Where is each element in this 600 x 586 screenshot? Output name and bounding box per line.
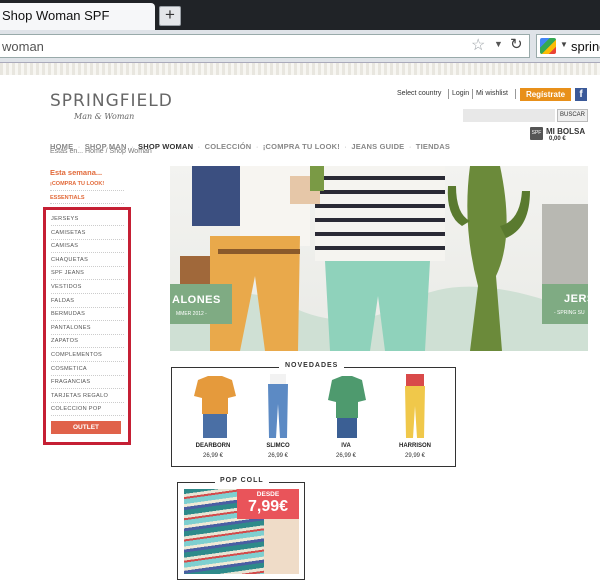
pop-coll-price: 7,99€	[247, 498, 289, 515]
pop-coll-title: POP COLL	[215, 477, 269, 484]
browser-search-box[interactable]: ▼ spring	[536, 34, 600, 58]
site-search-input[interactable]	[463, 109, 555, 122]
nav-coleccion[interactable]: COLECCIÓN	[205, 142, 252, 151]
address-bar[interactable]: woman	[0, 34, 530, 58]
novedades-title: NOVEDADES	[279, 362, 345, 369]
nav-separator: ·	[344, 142, 347, 151]
nav-compra-tu-look[interactable]: ¡COMPRA TU LOOK!	[263, 142, 340, 151]
tab-title: Shop Woman SPF	[2, 8, 110, 23]
woman-belt	[218, 249, 300, 254]
url-dropdown-icon[interactable]: ▼	[494, 39, 503, 49]
category-complementos[interactable]: COMPLEMENTOS	[51, 349, 124, 362]
product-name-iva[interactable]: IVA	[316, 443, 376, 449]
category-faldas[interactable]: FALDAS	[51, 295, 124, 308]
product-name-slimco[interactable]: SLIMCO	[248, 443, 308, 449]
category-cosmetica[interactable]: COSMETICA	[51, 363, 124, 376]
product-name-dearborn[interactable]: DEARBORN	[183, 443, 243, 449]
category-fragancias[interactable]: FRAGANCIAS	[51, 376, 124, 389]
banner-pillar	[542, 204, 588, 284]
browser-tab-active[interactable]: Shop Woman SPF	[0, 3, 155, 30]
category-camisetas[interactable]: CAMISETAS	[51, 227, 124, 240]
product-name-harrison[interactable]: HARRISON	[385, 443, 445, 449]
shopping-bag-icon[interactable]: SPF	[530, 127, 543, 140]
product-image-iva[interactable]	[322, 374, 372, 440]
category-pantalones[interactable]: PANTALONES	[51, 322, 124, 335]
divider	[472, 89, 473, 99]
breadcrumb: Estás en... Home / Shop Woman	[50, 148, 152, 155]
cactus-prop	[310, 166, 324, 191]
cactus-arm	[447, 186, 470, 226]
product-image-harrison[interactable]	[395, 374, 435, 440]
springfield-logo[interactable]: SPRINGFIELD	[50, 91, 173, 111]
bag-label[interactable]: MI BOLSA	[546, 127, 585, 136]
category-bermudas[interactable]: BERMUDAS	[51, 308, 124, 321]
banner-left-subtitle: MMER 2012 -	[176, 311, 207, 317]
nav-separator: ·	[408, 142, 412, 151]
nav-tiendas[interactable]: TIENDAS	[416, 142, 450, 151]
divider	[50, 203, 124, 204]
compra-tu-look-link[interactable]: ¡COMPRA TU LOOK!	[50, 181, 104, 187]
bag-total: 0,00 €	[549, 136, 566, 142]
register-button[interactable]: Regístrate	[520, 88, 571, 101]
category-zapatos[interactable]: ZAPATOS	[51, 335, 124, 348]
search-button[interactable]: BUSCAR	[557, 109, 588, 122]
wishlist-link[interactable]: Mi wishlist	[476, 90, 508, 97]
login-link[interactable]: Login	[452, 90, 469, 97]
banner-right-subtitle: - SPRING SU	[554, 310, 585, 316]
browser-search-text: spring	[571, 39, 600, 54]
category-tarjetas-regalo[interactable]: TARJETAS REGALO	[51, 390, 124, 403]
nav-jeans-guide[interactable]: JEANS GUIDE	[351, 142, 404, 151]
product-price-dearborn: 26,99 €	[202, 453, 224, 459]
browser-navbar: woman ☆ ▼ ↻ ▼ spring	[0, 30, 600, 63]
category-vestidos[interactable]: VESTIDOS	[51, 281, 124, 294]
category-spf-jeans[interactable]: SPF JEANS	[51, 267, 124, 280]
banner-left-title[interactable]: ALONES	[172, 294, 221, 306]
product-price-harrison: 29,99 €	[404, 453, 426, 459]
category-camisas[interactable]: CAMISAS	[51, 240, 124, 253]
pop-coll-desde: DESDE	[256, 491, 280, 498]
bookmark-star-icon[interactable]: ☆	[471, 35, 485, 55]
woman-jacket	[192, 166, 240, 226]
essentials-link[interactable]: ESSENTIALS	[50, 195, 85, 201]
hero-banner[interactable]: ALONES MMER 2012 - JERS - SPRING SU	[170, 166, 588, 351]
banner-right-title[interactable]: JERS	[564, 293, 588, 305]
product-price-slimco: 26,99 €	[267, 453, 289, 459]
select-country-link[interactable]: Select country	[397, 90, 441, 97]
divider	[50, 190, 124, 191]
nav-separator: ·	[255, 142, 259, 151]
nav-separator: ·	[197, 142, 201, 151]
category-jerseys[interactable]: JERSEYS	[51, 213, 124, 226]
facebook-icon[interactable]: f	[575, 88, 587, 101]
category-chaquetas[interactable]: CHAQUETAS	[51, 254, 124, 267]
carousel-dots	[557, 342, 581, 351]
this-week-link[interactable]: Esta semana...	[50, 168, 102, 177]
logo-tagline: Man & Woman	[74, 112, 135, 121]
outlet-button[interactable]: OUTLET	[51, 421, 121, 434]
search-engine-dropdown-icon[interactable]: ▼	[560, 40, 568, 49]
product-image-slimco[interactable]	[258, 374, 298, 440]
new-tab-button[interactable]: +	[159, 6, 181, 26]
product-image-dearborn[interactable]	[190, 374, 240, 440]
reload-icon[interactable]: ↻	[510, 35, 523, 53]
browser-tabbar: Shop Woman SPF +	[0, 0, 600, 30]
google-icon[interactable]	[540, 38, 556, 54]
category-coleccion-pop[interactable]: COLECCION POP	[51, 403, 124, 416]
divider	[515, 89, 516, 99]
decorative-stitch-border	[0, 63, 600, 75]
banner-illustration	[170, 166, 588, 351]
product-price-iva: 26,99 €	[335, 453, 357, 459]
divider	[448, 89, 449, 99]
